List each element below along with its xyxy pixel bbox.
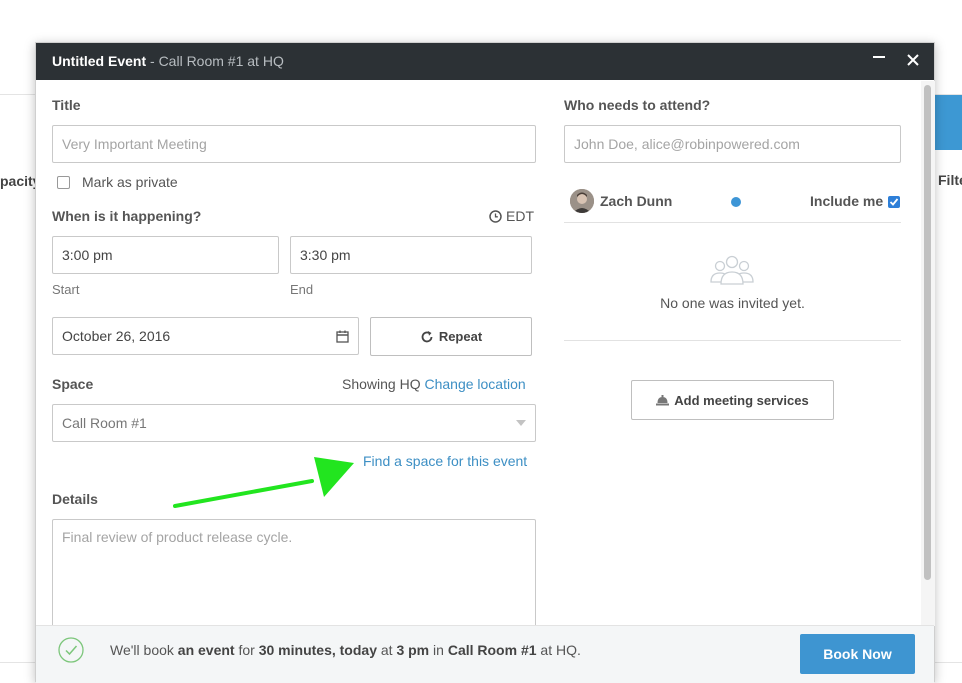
start-label: Start bbox=[52, 282, 80, 297]
booking-footer: We'll book an event for 30 minutes, toda… bbox=[36, 625, 934, 683]
people-group-icon bbox=[710, 255, 754, 285]
title-input[interactable] bbox=[52, 125, 536, 163]
timezone-indicator[interactable]: EDT bbox=[489, 208, 534, 224]
add-meeting-services-button[interactable]: Add meeting services bbox=[631, 380, 834, 420]
organizer-row: Zach Dunn Include me bbox=[564, 183, 901, 223]
showing-text: Showing HQ bbox=[342, 376, 421, 392]
background-filter-label[interactable]: Filte bbox=[938, 172, 962, 188]
close-button[interactable] bbox=[900, 48, 926, 74]
include-me-checkbox[interactable] bbox=[888, 196, 900, 208]
end-time-value: 3:30 pm bbox=[300, 247, 351, 263]
end-time-input[interactable]: 3:30 pm bbox=[290, 236, 532, 274]
chevron-down-icon bbox=[516, 420, 526, 426]
empty-invites-text: No one was invited yet. bbox=[660, 295, 805, 311]
start-time-input[interactable]: 3:00 pm bbox=[52, 236, 279, 274]
event-modal: Untitled Event - Call Room #1 at HQ Titl… bbox=[35, 42, 935, 683]
booking-summary: We'll book an event for 30 minutes, toda… bbox=[110, 642, 581, 658]
calendar-icon[interactable] bbox=[336, 330, 349, 343]
include-me-label[interactable]: Include me bbox=[810, 193, 883, 209]
timezone-text: EDT bbox=[506, 208, 534, 224]
add-meeting-services-label: Add meeting services bbox=[674, 392, 809, 408]
modal-titlebar: Untitled Event - Call Room #1 at HQ bbox=[36, 43, 934, 80]
checkmark-icon bbox=[889, 198, 899, 206]
close-icon bbox=[907, 54, 919, 66]
avatar bbox=[570, 189, 594, 213]
modal-title: Untitled Event - Call Room #1 at HQ bbox=[52, 53, 284, 69]
repeat-button[interactable]: Repeat bbox=[370, 317, 532, 356]
location-info: Showing HQ Change location bbox=[342, 376, 526, 392]
repeat-icon bbox=[421, 330, 433, 342]
space-label: Space bbox=[52, 376, 94, 392]
details-label: Details bbox=[52, 491, 98, 507]
repeat-label: Repeat bbox=[438, 329, 483, 344]
private-label[interactable]: Mark as private bbox=[82, 174, 178, 190]
date-value: October 26, 2016 bbox=[62, 328, 171, 344]
end-label: End bbox=[290, 282, 314, 297]
clock-icon bbox=[489, 209, 502, 223]
status-dot bbox=[731, 197, 741, 207]
start-time-value: 3:00 pm bbox=[62, 247, 113, 263]
change-location-link[interactable]: Change location bbox=[424, 376, 525, 392]
attendees-input[interactable] bbox=[564, 125, 901, 163]
title-label: Title bbox=[52, 97, 81, 113]
book-now-button[interactable]: Book Now bbox=[800, 634, 915, 674]
scrollbar-thumb[interactable] bbox=[924, 85, 931, 580]
background-blue-button[interactable] bbox=[935, 95, 962, 150]
minimize-button[interactable] bbox=[866, 48, 892, 74]
details-textarea[interactable] bbox=[52, 519, 536, 639]
when-label: When is it happening? bbox=[52, 208, 202, 224]
space-value: Call Room #1 bbox=[62, 415, 147, 431]
service-bell-icon bbox=[656, 394, 670, 405]
space-select[interactable]: Call Room #1 bbox=[52, 404, 536, 442]
minimize-icon bbox=[873, 56, 885, 58]
private-checkbox[interactable] bbox=[57, 176, 70, 189]
invites-divider bbox=[564, 340, 901, 341]
check-circle-icon bbox=[58, 637, 84, 663]
scrollbar[interactable] bbox=[921, 81, 935, 626]
annotation-arrow bbox=[173, 457, 354, 508]
attend-label: Who needs to attend? bbox=[564, 97, 711, 113]
person-photo-icon bbox=[570, 189, 594, 213]
organizer-name: Zach Dunn bbox=[600, 193, 673, 209]
find-space-link[interactable]: Find a space for this event bbox=[363, 453, 527, 469]
date-input[interactable]: October 26, 2016 bbox=[52, 317, 359, 355]
